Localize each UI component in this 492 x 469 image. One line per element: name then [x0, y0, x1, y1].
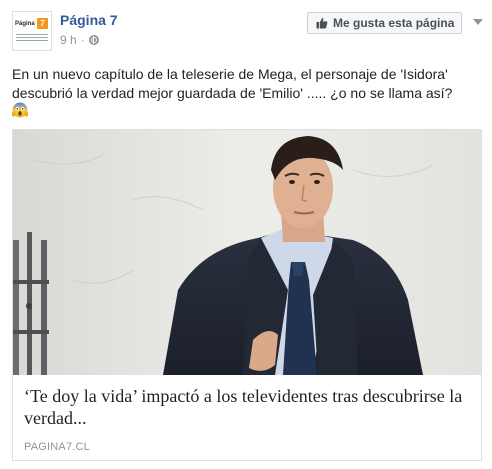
face-screaming-in-fear-emoji: [12, 102, 28, 118]
link-preview-domain: PAGINA7.CL: [24, 441, 90, 453]
meta-separator: ·: [80, 33, 85, 47]
avatar-logo-number: 7: [37, 18, 48, 29]
link-preview-title[interactable]: ‘Te doy la vida’ impactó a los televiden…: [24, 385, 464, 429]
page-name-link[interactable]: Página 7: [60, 12, 118, 28]
post-timestamp[interactable]: 9 h: [60, 33, 77, 47]
like-page-button[interactable]: Me gusta esta página: [307, 12, 462, 34]
photo-man-in-suit: [13, 130, 481, 375]
link-preview-image[interactable]: [13, 130, 481, 375]
globe-icon: [88, 35, 99, 45]
link-preview-card[interactable]: ‘Te doy la vida’ impactó a los televiden…: [12, 129, 482, 461]
page-avatar[interactable]: Página 7: [12, 11, 52, 51]
post-text: En un nuevo capítulo de la teleserie de …: [12, 66, 453, 101]
avatar-logo-text: Página: [15, 21, 35, 27]
post-card: Página 7 Página 7 9 h · Me gusta esta pá…: [0, 0, 492, 469]
link-preview-body[interactable]: ‘Te doy la vida’ impactó a los televiden…: [13, 375, 481, 460]
post-meta: 9 h ·: [60, 33, 99, 47]
chevron-down-icon[interactable]: [472, 17, 484, 27]
avatar-logo-lines: [16, 34, 48, 42]
like-page-label: Me gusta esta página: [333, 16, 455, 30]
thumbs-up-icon: [316, 17, 328, 29]
